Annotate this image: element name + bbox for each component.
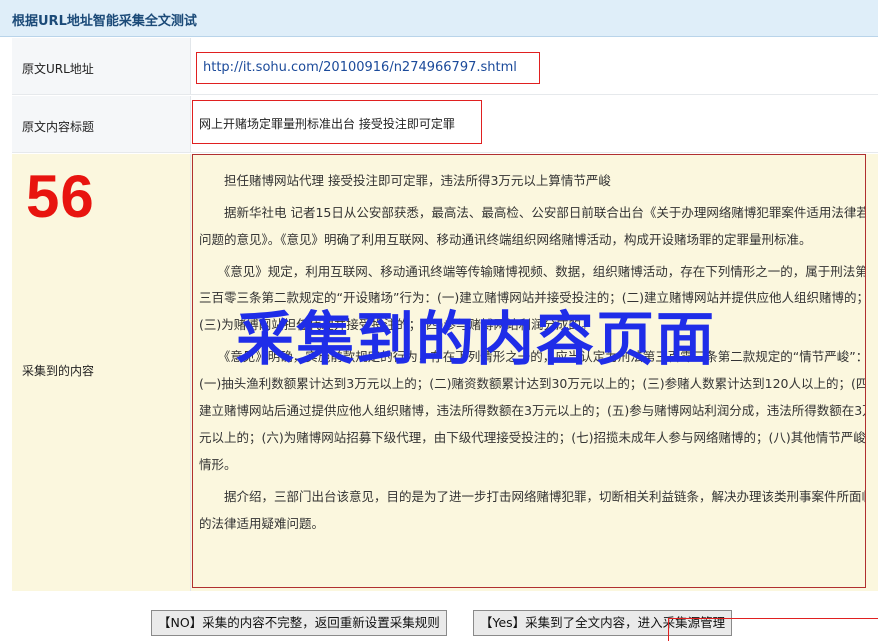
url-highlight-box[interactable]: http://it.sohu.com/20100916/n274966797.s… [196, 52, 540, 84]
step-number: 56 [26, 163, 95, 230]
title-label: 原文内容标题 [22, 120, 95, 134]
content-line: 建立赌博网站后通过提供应他人组织赌博，违法所得数额在3万元以上的；(五)参与赌博… [199, 403, 866, 418]
content-line: 《意见》规定，利用互联网、移动通讯终端等传输赌博视频、数据，组织赌博活动，存在下… [199, 264, 866, 279]
page-title: 根据URL地址智能采集全文测试 [12, 14, 197, 29]
overlay-caption: 采集到的内容页面 [236, 305, 717, 373]
content-line: 据介绍，三部门出台该意见，目的是为了进一步打击网络赌博犯罪，切断相关利益链条，解… [199, 489, 866, 504]
title-value-cell: 网上开赌场定罪量刑标准出台 接受投注即可定罪 [191, 96, 878, 152]
article-title: 网上开赌场定罪量刑标准出台 接受投注即可定罪 [199, 117, 455, 131]
content-line: 担任赌博网站代理 接受投注即可定罪，违法所得3万元以上算情节严峻 [199, 173, 611, 188]
title-highlight-box: 网上开赌场定罪量刑标准出台 接受投注即可定罪 [192, 100, 482, 144]
content-line: 元以上的；(六)为赌博网站招募下级代理，由下级代理接受投注的；(七)招揽未成年人… [199, 430, 866, 445]
page-header: 根据URL地址智能采集全文测试 [0, 0, 878, 37]
url-value-cell: http://it.sohu.com/20100916/n274966797.s… [191, 38, 878, 94]
annotation-box [668, 618, 878, 641]
url-row: 原文URL地址 http://it.sohu.com/20100916/n274… [12, 38, 878, 95]
no-button[interactable]: 【NO】采集的内容不完整，返回重新设置采集规则 [151, 610, 447, 636]
title-label-cell: 原文内容标题 [12, 96, 191, 152]
url-label: 原文URL地址 [22, 62, 94, 76]
content-label-cell: 56 采集到的内容 [12, 154, 191, 591]
url-label-cell: 原文URL地址 [12, 38, 191, 94]
footer-actions: 【NO】采集的内容不完整，返回重新设置采集规则 【Yes】采集到了全文内容，进入… [0, 596, 878, 641]
content-line: 情形。 [199, 457, 237, 472]
content-line: 据新华社电 记者15日从公安部获悉，最高法、最高检、公安部日前联合出台《关于办理… [199, 205, 866, 220]
content-line: 的法律适用疑难问题。 [199, 516, 325, 531]
content-label: 采集到的内容 [22, 364, 95, 378]
title-row: 原文内容标题 网上开赌场定罪量刑标准出台 接受投注即可定罪 [12, 96, 878, 153]
content-line: 问题的意见》。《意见》明确了利用互联网、移动通讯终端组织网络赌博活动，构成开设赌… [199, 232, 812, 247]
url-link[interactable]: http://it.sohu.com/20100916/n274966797.s… [203, 60, 517, 75]
